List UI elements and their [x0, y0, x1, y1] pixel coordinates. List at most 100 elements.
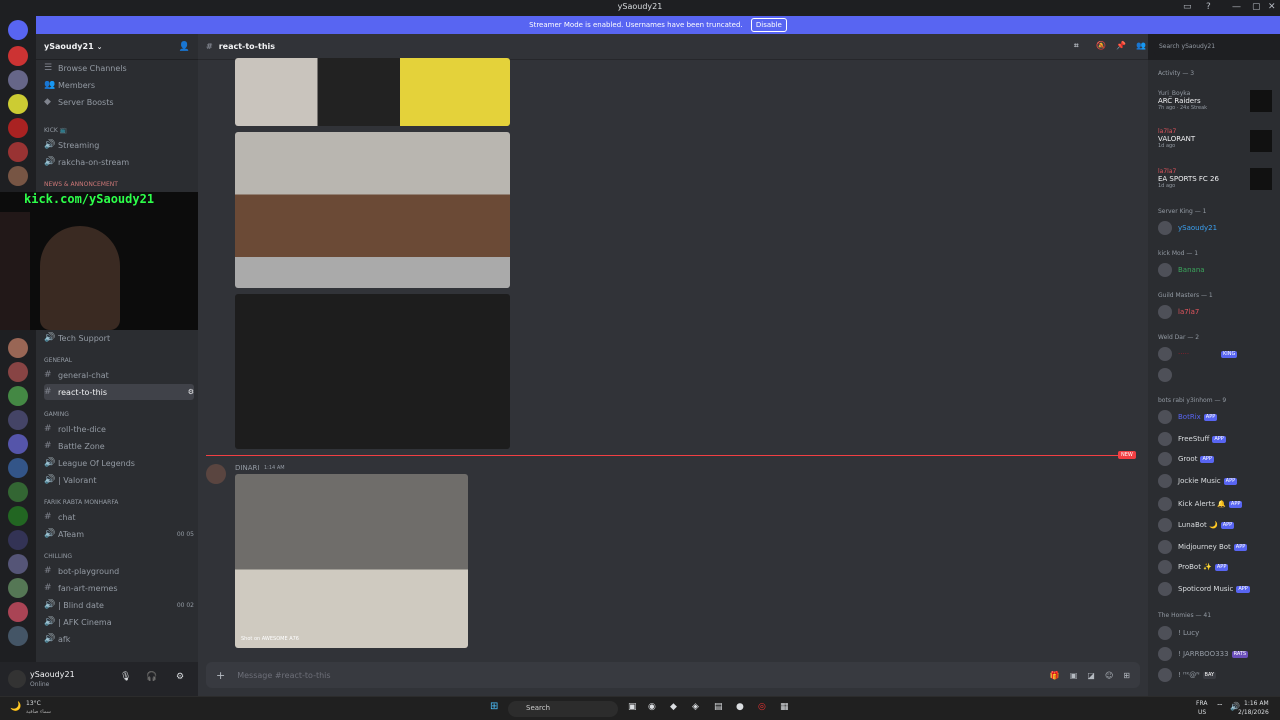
avatar[interactable] — [8, 670, 26, 688]
avatar[interactable] — [206, 464, 226, 484]
member-item[interactable]: Midjourney Bot APP — [1158, 540, 1248, 554]
member-item[interactable]: la7la7 — [1158, 305, 1199, 319]
category-gaming[interactable]: GAMING — [44, 411, 69, 418]
app-icon[interactable]: ◈ — [692, 702, 699, 712]
channel-roll-the-dice[interactable]: # roll-the-dice — [44, 421, 194, 437]
member-item[interactable]: Banana — [1158, 263, 1205, 277]
activity-item[interactable]: la7la7 EA SPORTS FC 26 1d ago — [1158, 168, 1219, 189]
message-author[interactable]: DINARI — [235, 464, 259, 472]
region[interactable]: US — [1198, 709, 1206, 716]
app-icon[interactable]: ▦ — [780, 702, 789, 712]
server-icon[interactable] — [8, 362, 28, 382]
app-icon[interactable]: ◆ — [670, 702, 677, 712]
message-image[interactable] — [235, 58, 510, 126]
channel-general-chat[interactable]: # general-chat — [44, 367, 194, 383]
search-input[interactable]: Search ySaoudy21 — [1154, 39, 1274, 55]
channel-fan-art[interactable]: # fan-art-memes — [44, 580, 194, 596]
server-icon[interactable] — [8, 482, 28, 502]
channel-rakcha[interactable]: 🔊 rakcha-on-stream — [44, 154, 194, 170]
channel-bot-playground[interactable]: # bot-playground — [44, 563, 194, 579]
pin-icon[interactable]: 📌 — [1116, 41, 1126, 50]
category-news[interactable]: NEWS & ANNONCEMENT — [44, 181, 118, 188]
message-image[interactable] — [235, 294, 510, 449]
member-item[interactable]: FreeStuff APP — [1158, 432, 1226, 446]
task-view-icon[interactable]: ▣ — [628, 702, 637, 712]
server-boosts[interactable]: ◆ Server Boosts — [44, 94, 194, 110]
member-item[interactable]: ! Lucy — [1158, 626, 1199, 640]
server-icon[interactable] — [8, 506, 28, 526]
server-icon[interactable] — [8, 142, 28, 162]
category-kick[interactable]: KICK 📺 — [44, 127, 67, 134]
gif-icon[interactable]: ▣ — [1070, 671, 1078, 680]
invite-icon[interactable]: 👤 — [179, 42, 190, 52]
wifi-icon[interactable]: ⌔ — [1216, 702, 1224, 712]
member-item[interactable]: Groot APP — [1158, 452, 1268, 466]
language[interactable]: FRA — [1196, 700, 1207, 707]
member-item[interactable]: ! JARRBOO333 RATS — [1158, 647, 1249, 661]
disable-button[interactable]: Disable — [750, 18, 787, 32]
windows-start-icon[interactable]: ⊞ — [490, 701, 498, 712]
app-icon[interactable]: ● — [736, 702, 744, 712]
channel-blind-date[interactable]: 🔊 | Blind date 00 02 — [44, 597, 194, 613]
settings-icon[interactable]: ⚙ — [188, 388, 194, 396]
settings-icon[interactable]: ⚙ — [176, 672, 184, 682]
channel-chat[interactable]: # chat — [44, 509, 194, 525]
member-item[interactable]: ! ᴴᴷ@ᴺ BAY — [1158, 668, 1217, 682]
add-attachment-icon[interactable]: + — [216, 669, 225, 682]
channel-afk[interactable]: 🔊 afk — [44, 631, 194, 647]
channel-ateam[interactable]: 🔊 ATeam 00 05 — [44, 526, 194, 542]
mic-icon[interactable]: 🎙 — [120, 672, 131, 682]
home-button[interactable] — [8, 20, 28, 40]
server-icon[interactable] — [8, 94, 28, 114]
headphones-icon[interactable]: 🎧 — [146, 672, 157, 682]
member-item[interactable]: ····· KING — [1158, 347, 1238, 361]
sticker-icon[interactable]: ◪ — [1087, 671, 1095, 680]
server-icon[interactable] — [8, 118, 28, 138]
category-farik[interactable]: FARIK RABTA MONHARFA — [44, 499, 118, 506]
members-link[interactable]: 👥 Members — [44, 77, 194, 93]
message-image[interactable]: Shot on AWESOME A76 — [235, 474, 468, 648]
server-icon[interactable] — [8, 434, 28, 454]
folder-icon[interactable]: ▤ — [714, 702, 723, 712]
member-item[interactable]: Spoticord Music APP — [1158, 582, 1250, 596]
channel-battle-zone[interactable]: # Battle Zone — [44, 438, 194, 454]
server-icon[interactable] — [8, 386, 28, 406]
browse-channels[interactable]: ☰ Browse Channels — [44, 60, 194, 76]
maximize-button[interactable]: ▢ — [1252, 2, 1261, 12]
server-icon[interactable] — [8, 46, 28, 66]
server-icon[interactable] — [8, 626, 28, 646]
server-icon[interactable] — [8, 410, 28, 430]
guild-header[interactable]: ySaoudy21 ⌄ 👤 — [36, 34, 198, 60]
channel-afk-cinema[interactable]: 🔊 | AFK Cinema — [44, 614, 194, 630]
channel-valorant[interactable]: 🔊 | Valorant — [44, 472, 194, 488]
weather-icon[interactable]: 🌙 — [10, 702, 21, 712]
apps-icon[interactable]: ⊞ — [1123, 671, 1130, 680]
member-item[interactable]: Jockie Music APP — [1158, 474, 1238, 488]
message-image[interactable] — [235, 132, 510, 288]
taskbar-search[interactable]: Search — [508, 701, 618, 717]
category-chilling[interactable]: CHILLING — [44, 553, 72, 560]
server-icon[interactable] — [8, 554, 28, 574]
message-input[interactable]: + Message #react-to-this 🎁 ▣ ◪ ☺ ⊞ — [206, 662, 1140, 688]
channel-tech-support[interactable]: 🔊 Tech Support — [44, 330, 194, 346]
server-icon[interactable] — [8, 602, 28, 622]
inbox-icon[interactable]: ▭ — [1183, 2, 1192, 12]
app-icon[interactable]: ◉ — [648, 702, 656, 712]
server-icon[interactable] — [8, 166, 28, 186]
server-icon[interactable] — [8, 70, 28, 90]
member-item[interactable]: LunaBot 🌙 APP — [1158, 518, 1235, 532]
mute-icon[interactable]: 🔕 — [1096, 41, 1106, 50]
member-item[interactable]: ProBot ✨ APP — [1158, 560, 1229, 574]
member-item[interactable] — [1158, 368, 1178, 382]
member-list-icon[interactable]: 👥 — [1136, 41, 1146, 50]
minimize-button[interactable]: — — [1232, 2, 1241, 12]
server-icon[interactable] — [8, 458, 28, 478]
channel-league[interactable]: 🔊 League Of Legends — [44, 455, 194, 471]
activity-item[interactable]: Yuri_Boyka ARC Raiders 7h ago · 24x Stre… — [1158, 90, 1207, 111]
close-button[interactable]: ✕ — [1268, 2, 1276, 12]
server-icon[interactable] — [8, 578, 28, 598]
help-icon[interactable]: ? — [1206, 2, 1211, 12]
member-item[interactable]: Kick Alerts 🔔 APP — [1158, 497, 1243, 511]
channel-react-to-this[interactable]: # react-to-this ⚙ — [44, 384, 194, 400]
threads-icon[interactable]: ⌗ — [1074, 41, 1079, 51]
